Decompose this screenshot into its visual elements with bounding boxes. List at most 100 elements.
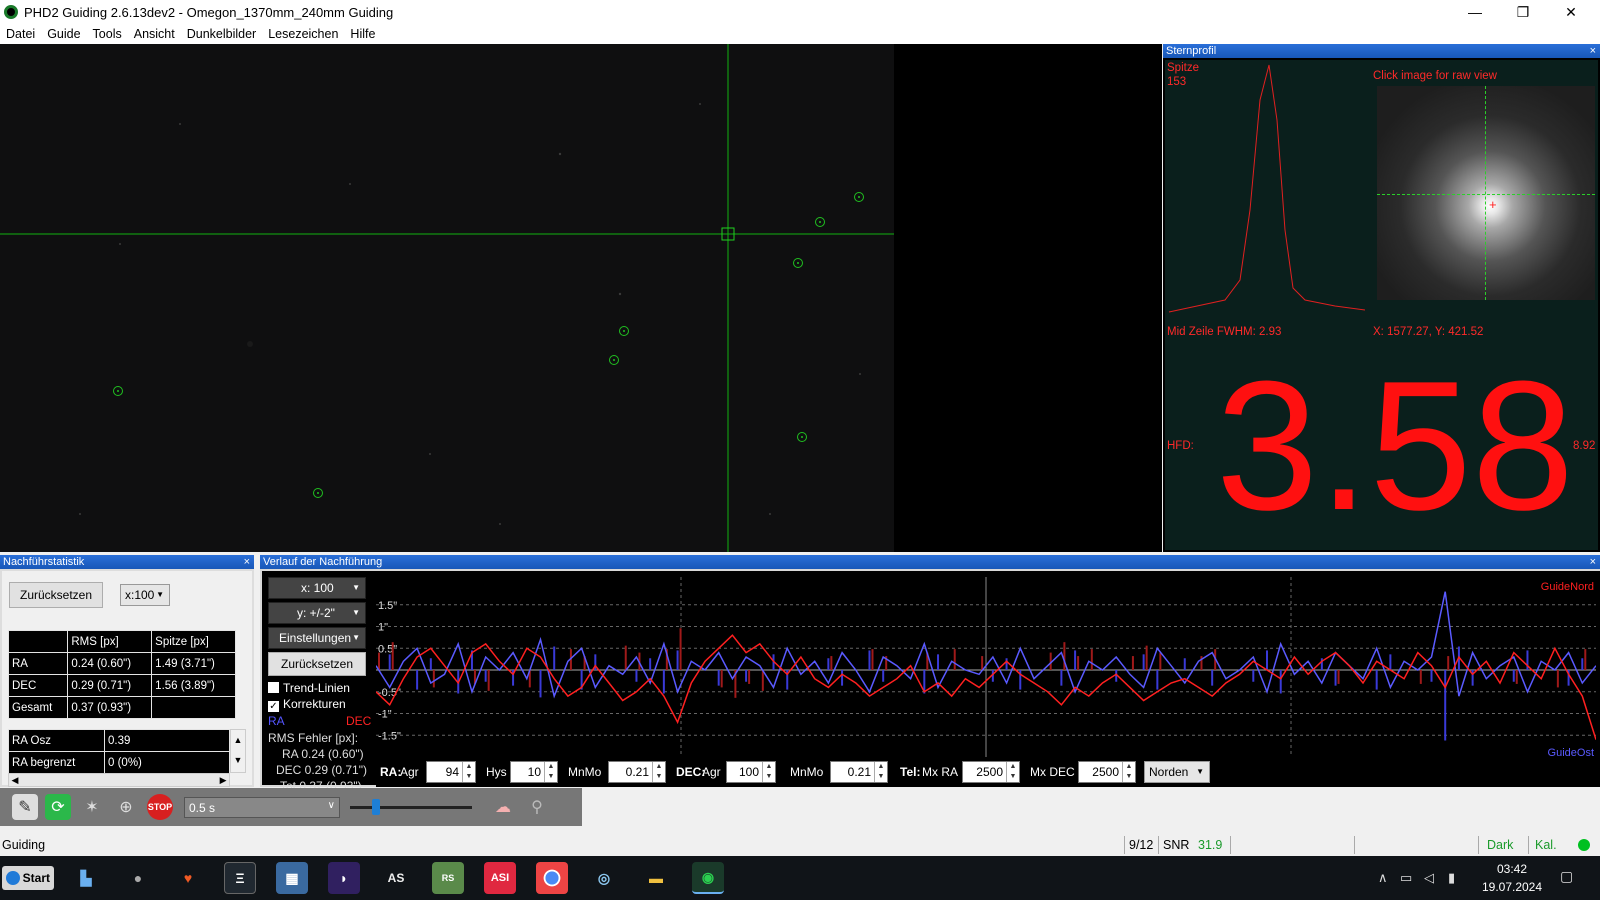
- graph-settings-dropdown[interactable]: Einstellungen ▼: [268, 627, 366, 649]
- calibration-indicator: Kal.: [1528, 836, 1574, 854]
- trend-lines-checkbox[interactable]: Trend-Linien: [268, 681, 350, 695]
- gamma-slider-thumb[interactable]: [372, 799, 380, 815]
- minimize-button[interactable]: —: [1452, 0, 1498, 24]
- stop-icon[interactable]: STOP: [147, 794, 173, 820]
- star-profile-body[interactable]: Spitze 153 Click image for raw view + Mi…: [1165, 60, 1598, 550]
- menu-hilfe[interactable]: Hilfe: [350, 27, 375, 41]
- max-ra-label: Mx RA: [922, 765, 958, 779]
- chevron-down-icon: ▼: [352, 608, 360, 617]
- y-tick-label: -1.5": [378, 730, 401, 742]
- guide-history-title: Verlauf der Nachführung: [260, 555, 1600, 569]
- taskbar-calculator-icon[interactable]: ▦: [276, 862, 308, 894]
- fwhm-readout: Mid Zeile FWHM: 2.93: [1167, 326, 1282, 338]
- advanced-settings-icon[interactable]: ⚲: [524, 794, 550, 820]
- y-scale-dropdown[interactable]: y: +/-2" ▼: [268, 602, 366, 624]
- close-button[interactable]: ✕: [1548, 0, 1594, 24]
- max-dec-label: Mx DEC: [1030, 765, 1075, 779]
- hfd-value: 3.58: [1215, 342, 1575, 548]
- star-profile-close-icon[interactable]: ×: [1590, 44, 1596, 58]
- menu-lesezeichen[interactable]: Lesezeichen: [268, 27, 338, 41]
- checkbox-icon: [268, 682, 279, 693]
- table-row: DEC 0.29 (0.71") 1.56 (3.89"): [7, 674, 236, 697]
- table-header: [7, 630, 69, 653]
- brain-settings-icon[interactable]: ☁: [490, 794, 516, 820]
- menu-tools[interactable]: Tools: [93, 27, 122, 41]
- taskbar-asi-studio-icon[interactable]: AS: [380, 862, 412, 894]
- start-button[interactable]: Start: [2, 866, 54, 890]
- dec-agr-label: Agr: [702, 765, 721, 779]
- loop-exposure-icon[interactable]: ⟳: [45, 794, 71, 820]
- guide-target-icon[interactable]: ⊕: [113, 794, 139, 820]
- star-field-image[interactable]: [0, 44, 894, 552]
- taskbar-brave-icon[interactable]: ♥: [172, 862, 204, 894]
- chevron-down-icon: ▼: [352, 633, 360, 642]
- gamma-slider-track[interactable]: [350, 806, 472, 809]
- snr-label: SNR: [1158, 836, 1189, 854]
- ra-agr-label: Agr: [400, 765, 419, 779]
- taskbar-date[interactable]: 19.07.2024: [1476, 880, 1548, 894]
- guide-stats-close-icon[interactable]: ×: [244, 555, 250, 569]
- menu-datei[interactable]: Datei: [6, 27, 35, 41]
- dec-guide-mode-dropdown[interactable]: Norden ▼: [1144, 761, 1210, 783]
- stats-scale-dropdown[interactable]: x:100 ▼: [120, 584, 170, 606]
- menu-dunkelbilder[interactable]: Dunkelbilder: [187, 27, 256, 41]
- taskbar-folder-icon[interactable]: ▬: [640, 862, 672, 894]
- guide-history-chart[interactable]: 1.5"1"0.5"-0.5"-1"-1.5": [376, 577, 1596, 763]
- network-icon[interactable]: ▭: [1400, 870, 1412, 886]
- star-thumbnail[interactable]: +: [1377, 86, 1595, 300]
- dec-min-move-input[interactable]: 0.21 ▲ ▼: [830, 761, 888, 783]
- guide-stats-title: Nachführstatistik: [0, 555, 254, 569]
- taskbar-sharpcap-icon[interactable]: ◎: [588, 862, 620, 894]
- star-profile-title: Sternprofil: [1163, 44, 1600, 58]
- ra-params-label: RA:: [380, 765, 402, 779]
- volume-icon[interactable]: ◁: [1424, 870, 1434, 886]
- y-tick-label: -1": [378, 709, 392, 721]
- corrections-checkbox[interactable]: ✓ Korrekturen: [268, 697, 346, 712]
- stats-reset-button[interactable]: Zurücksetzen: [9, 582, 103, 608]
- auto-select-star-icon[interactable]: ✶: [79, 794, 105, 820]
- ra-aggressiveness-input[interactable]: 94 ▲ ▼: [426, 761, 476, 783]
- y-tick-label: 1.5": [378, 600, 397, 612]
- menu-guide[interactable]: Guide: [47, 27, 80, 41]
- taskbar-stellarium-icon[interactable]: ◗: [328, 862, 360, 894]
- taskbar-explorer-icon[interactable]: ▙: [70, 862, 102, 894]
- notification-icon[interactable]: ▢: [1560, 868, 1573, 885]
- taskbar-app-icon[interactable]: Ξ: [224, 862, 256, 894]
- taskbar-registax-icon[interactable]: RS: [432, 862, 464, 894]
- maximize-button[interactable]: ❐: [1500, 0, 1546, 24]
- ra-legend: RA: [268, 714, 285, 728]
- ra-hysteresis-input[interactable]: 10 ▲ ▼: [510, 761, 558, 783]
- osc-scrollbar-vertical[interactable]: ▲ ▼: [230, 729, 246, 773]
- menu-ansicht[interactable]: Ansicht: [134, 27, 175, 41]
- ra-hys-label: Hys: [486, 765, 507, 779]
- y-tick-label: 1": [378, 622, 388, 634]
- profile-curve: [1168, 64, 1365, 313]
- max-dec-duration-input[interactable]: 2500 ▲ ▼: [1078, 761, 1136, 783]
- hfd-secondary-value: 8.92: [1573, 440, 1596, 452]
- taskbar-globe-icon[interactable]: ●: [122, 862, 154, 894]
- camera-view[interactable]: [0, 44, 1162, 552]
- x-scale-dropdown[interactable]: x: 100 ▼: [268, 577, 366, 599]
- taskbar-phd2-icon[interactable]: ◉: [692, 862, 724, 894]
- ra-min-move-input[interactable]: 0.21 ▲ ▼: [608, 761, 666, 783]
- guide-history-close-icon[interactable]: ×: [1590, 555, 1596, 569]
- dec-aggressiveness-input[interactable]: 100 ▲ ▼: [726, 761, 776, 783]
- camera-connect-icon[interactable]: ✎: [12, 794, 38, 820]
- table-row: RA begrenzt 0 (0%): [8, 751, 230, 774]
- table-row: Gesamt 0.37 (0.93"): [7, 696, 236, 719]
- star-profile-pane: Sternprofil × Spitze 153 Click image for…: [1163, 44, 1600, 552]
- osc-scrollbar-horizontal[interactable]: ◀ ▶: [8, 773, 230, 787]
- taskbar-chrome-icon[interactable]: [536, 862, 568, 894]
- taskbar-asi-icon[interactable]: ASI: [484, 862, 516, 894]
- tray-chevron-up-icon[interactable]: ∧: [1378, 870, 1388, 886]
- max-ra-duration-input[interactable]: 2500 ▲ ▼: [962, 761, 1020, 783]
- battery-icon[interactable]: ▮: [1448, 870, 1455, 886]
- taskbar-time[interactable]: 03:42: [1476, 862, 1548, 876]
- oscillation-table: RA Osz 0.39 RA begrenzt 0 (0%): [8, 729, 230, 774]
- raw-view-hint[interactable]: Click image for raw view: [1373, 70, 1497, 82]
- chevron-down-icon: ∨: [327, 800, 335, 811]
- tel-label: Tel:: [900, 765, 921, 779]
- exposure-dropdown[interactable]: 0.5 s ∨: [184, 797, 340, 818]
- graph-reset-button[interactable]: Zurücksetzen: [268, 652, 366, 676]
- menu-bar: Datei Guide Tools Ansicht Dunkelbilder L…: [0, 24, 1600, 44]
